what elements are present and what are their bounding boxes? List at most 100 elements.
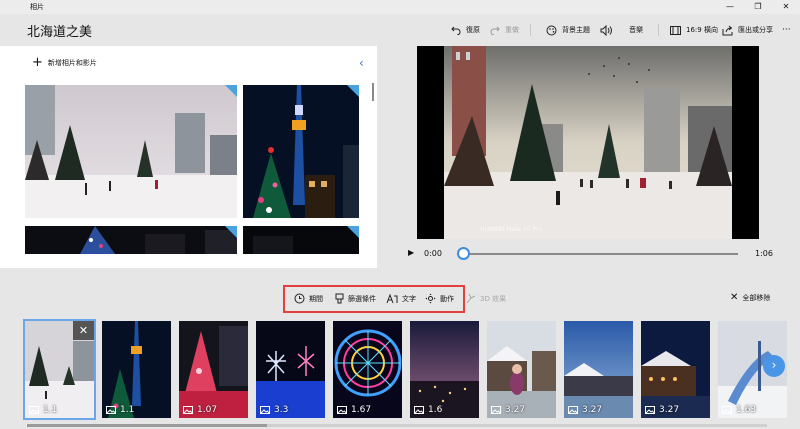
clip-duration: 1.1 (106, 405, 134, 415)
storyboard-clip[interactable]: ✕ 1.1 (23, 319, 96, 420)
library-thumbnail-park[interactable] (25, 85, 237, 218)
3d-effects-button[interactable]: 3D 效果 (466, 293, 506, 304)
clip-duration: 3.3 (260, 405, 288, 415)
storyboard-clip[interactable]: 3.27 (564, 321, 633, 418)
clock-icon (294, 293, 305, 304)
scroll-right-button[interactable]: › (763, 355, 785, 377)
editor-header: 北海道之美 復原 重做 背景主題 音樂 16:9 橫向 匯出或分享 ··· (0, 14, 800, 46)
image-icon (337, 406, 347, 414)
more-options-button[interactable]: ··· (782, 23, 791, 37)
storyboard-clip[interactable]: 3.27 (641, 321, 710, 418)
library-scrollbar[interactable] (372, 83, 374, 101)
background-music-label: 背景主題 (562, 26, 590, 34)
palette-icon (546, 25, 557, 35)
minimize-button[interactable]: — (716, 0, 744, 14)
finish-video-button[interactable]: 匯出或分享 (722, 23, 773, 37)
title-bar: 相片 — ❐ ✕ (0, 0, 800, 14)
library-thumbnail-night[interactable] (243, 226, 359, 254)
storyboard-clip[interactable]: 1.6 (410, 321, 479, 418)
clip-duration: 3.27 (568, 405, 602, 415)
clip-duration-value: 3.27 (505, 405, 526, 415)
background-music-button[interactable]: 背景主題 (546, 23, 590, 37)
delete-clip-button[interactable]: ✕ (73, 321, 94, 340)
selected-corner-marker (347, 226, 359, 238)
redo-button[interactable]: 重做 (490, 23, 519, 37)
speaker-icon (600, 24, 612, 36)
header-separator (530, 24, 531, 36)
clip-thumbnail (102, 321, 171, 418)
share-icon (722, 25, 733, 35)
library-thumbnail-tv-tower[interactable] (243, 85, 359, 218)
storyboard-clip[interactable]: 3.27 (487, 321, 556, 418)
remove-all-label: 全部移除 (742, 294, 771, 302)
motion-label: 動作 (440, 294, 454, 303)
motion-icon (425, 293, 436, 304)
undo-label: 復原 (466, 26, 480, 34)
text-button[interactable]: 文字 (386, 293, 416, 304)
selected-corner-marker (225, 226, 237, 238)
preview-frame: HUAWEI Mate 10 Pro (444, 46, 732, 239)
clip-thumbnail (256, 321, 325, 418)
park-photo (25, 85, 237, 218)
undo-icon (451, 26, 461, 35)
image-icon (29, 406, 39, 414)
header-separator (658, 24, 659, 36)
clip-duration-value: 1.1 (120, 405, 135, 415)
clip-duration: 1.67 (337, 405, 371, 415)
3d-effects-label: 3D 效果 (480, 294, 507, 303)
remove-all-button[interactable]: ✕ 全部移除 (730, 293, 770, 303)
video-preview[interactable]: HUAWEI Mate 10 Pro (417, 46, 759, 239)
add-media-button[interactable]: + 新增相片和影片 (32, 55, 97, 70)
clip-duration-value: 3.27 (659, 405, 680, 415)
app-title: 相片 (30, 3, 44, 11)
project-title[interactable]: 北海道之美 (27, 21, 92, 40)
photos-video-editor: 相片 — ❐ ✕ 北海道之美 復原 重做 背景主題 音樂 16:9 橫向 匯出或… (0, 0, 800, 429)
collapse-library-icon[interactable]: ‹ (359, 56, 364, 70)
filters-label: 篩選條件 (348, 294, 376, 303)
aspect-ratio-button[interactable]: 16:9 橫向 (670, 23, 718, 37)
clip-duration: 1.6 (414, 405, 442, 415)
storyboard-clip[interactable]: 3.3 (256, 321, 325, 418)
camera-watermark: HUAWEI Mate 10 Pro (480, 226, 542, 233)
storyboard-clip[interactable]: 1.1 (102, 321, 171, 418)
clip-duration-value: 3.27 (582, 405, 603, 415)
storyboard-scrollbar[interactable] (27, 424, 767, 427)
image-icon (568, 406, 578, 414)
clip-duration-value: 1.1 (43, 405, 58, 415)
clip-duration: 1.1 (29, 405, 57, 415)
clip-thumbnail (333, 321, 402, 418)
maximize-button[interactable]: ❐ (744, 0, 772, 14)
selected-corner-marker (225, 85, 237, 97)
storyboard-scroll-thumb[interactable] (27, 424, 267, 427)
lights-photo (25, 226, 237, 254)
clip-duration: 3.27 (491, 405, 525, 415)
image-icon (183, 406, 193, 414)
duration-label: 期間 (309, 294, 323, 303)
redo-label: 重做 (505, 26, 519, 34)
add-media-label: 新增相片和影片 (47, 59, 97, 67)
aspect-ratio-icon (670, 25, 681, 35)
clip-thumbnail (641, 321, 710, 418)
clip-thumbnail (179, 321, 248, 418)
seek-thumb[interactable] (457, 247, 470, 260)
storyboard-clip[interactable]: 1.07 (179, 321, 248, 418)
aspect-ratio-label: 16:9 橫向 (686, 26, 718, 34)
motion-button[interactable]: 動作 (425, 293, 454, 304)
filter-icon (335, 293, 344, 304)
duration-button[interactable]: 期間 (294, 293, 323, 304)
text-icon (386, 293, 398, 304)
clip-duration: 1.63 (722, 405, 756, 415)
seek-bar[interactable] (463, 253, 738, 255)
filters-button[interactable]: 篩選條件 (335, 293, 376, 304)
clip-duration-value: 3.3 (274, 405, 289, 415)
library-thumbnail-lights[interactable] (25, 226, 237, 254)
storyboard-clip[interactable]: 1.67 (333, 321, 402, 418)
chevron-right-icon: › (771, 358, 777, 372)
clip-duration-value: 1.07 (197, 405, 218, 415)
close-window-button[interactable]: ✕ (772, 0, 800, 14)
music-button[interactable]: 音樂 (600, 23, 643, 37)
music-label: 音樂 (629, 26, 643, 34)
undo-button[interactable]: 復原 (451, 23, 480, 37)
play-button[interactable]: ▶ (408, 248, 414, 257)
plus-icon: + (32, 55, 43, 70)
